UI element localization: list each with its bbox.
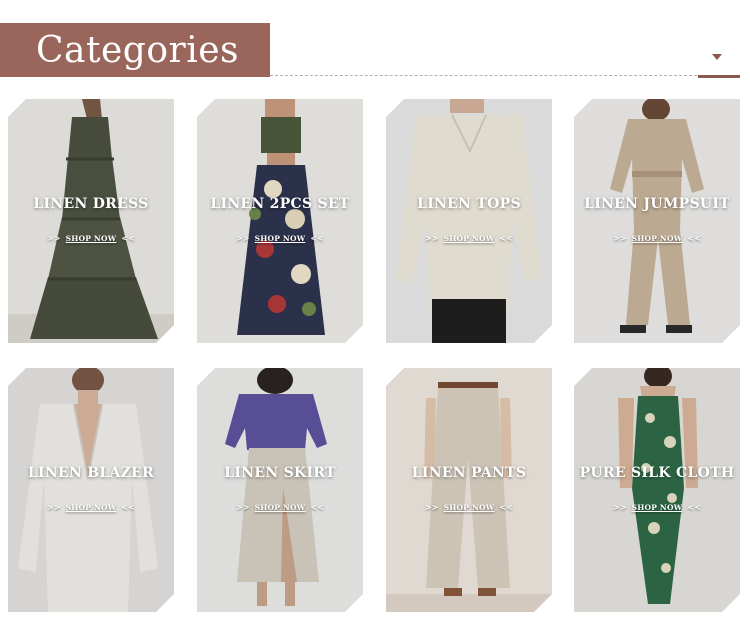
card-overlay	[386, 99, 552, 343]
arrow-right-icon: >>	[612, 233, 627, 243]
card-overlay	[386, 368, 552, 612]
arrow-left-icon: <<	[121, 502, 136, 512]
arrow-left-icon: <<	[310, 502, 325, 512]
category-label: LINEN PANTS	[411, 465, 527, 481]
arrow-left-icon: <<	[499, 233, 514, 243]
shop-now-row: >> SHOP NOW <<	[386, 502, 552, 512]
arrow-right-icon: >>	[424, 233, 439, 243]
arrow-left-icon: <<	[499, 502, 514, 512]
card-overlay	[8, 368, 174, 612]
shop-now-link[interactable]: SHOP NOW	[632, 234, 683, 243]
shop-now-link[interactable]: SHOP NOW	[255, 234, 306, 243]
arrow-right-icon: >>	[612, 502, 627, 512]
category-card-linen-pants[interactable]: LINEN PANTS >> SHOP NOW <<	[386, 368, 552, 612]
arrow-right-icon: >>	[235, 233, 250, 243]
shop-now-row: >> SHOP NOW <<	[574, 233, 740, 243]
category-label: LINEN DRESS	[33, 196, 149, 212]
shop-now-row: >> SHOP NOW <<	[386, 233, 552, 243]
shop-now-row: >> SHOP NOW <<	[197, 233, 363, 243]
arrow-right-icon: >>	[235, 502, 250, 512]
shop-now-link[interactable]: SHOP NOW	[255, 503, 306, 512]
category-card-linen-tops[interactable]: LINEN TOPS >> SHOP NOW <<	[386, 99, 552, 343]
arrow-right-icon: >>	[46, 233, 61, 243]
shop-now-link[interactable]: SHOP NOW	[66, 503, 117, 512]
card-overlay	[8, 99, 174, 343]
category-card-linen-dress[interactable]: LINEN DRESS >> SHOP NOW <<	[8, 99, 174, 343]
shop-now-row: >> SHOP NOW <<	[8, 502, 174, 512]
category-label: LINEN SKIRT	[224, 465, 336, 481]
shop-now-row: >> SHOP NOW <<	[197, 502, 363, 512]
arrow-left-icon: <<	[121, 233, 136, 243]
shop-now-link[interactable]: SHOP NOW	[444, 234, 495, 243]
category-card-linen-jumpsuit[interactable]: LINEN JUMPSUIT >> SHOP NOW <<	[574, 99, 740, 343]
arrow-right-icon: >>	[46, 502, 61, 512]
category-label: LINEN JUMPSUIT	[584, 196, 730, 212]
category-label: LINEN BLAZER	[27, 465, 155, 481]
shop-now-link[interactable]: SHOP NOW	[66, 234, 117, 243]
category-card-linen-skirt[interactable]: LINEN SKIRT >> SHOP NOW <<	[197, 368, 363, 612]
arrow-left-icon: <<	[310, 233, 325, 243]
category-label: LINEN 2PCS SET	[210, 196, 350, 212]
card-overlay	[574, 99, 740, 343]
arrow-left-icon: <<	[687, 233, 702, 243]
category-card-linen-blazer[interactable]: LINEN BLAZER >> SHOP NOW <<	[8, 368, 174, 612]
arrow-right-icon: >>	[424, 502, 439, 512]
shop-now-row: >> SHOP NOW <<	[574, 502, 740, 512]
category-grid: LINEN DRESS >> SHOP NOW << LINEN 2PCS SET …	[0, 0, 750, 640]
category-card-pure-silk-cloth[interactable]: PURE SILK CLOTH >> SHOP NOW <<	[574, 368, 740, 612]
shop-now-link[interactable]: SHOP NOW	[632, 503, 683, 512]
card-overlay	[197, 99, 363, 343]
card-overlay	[197, 368, 363, 612]
shop-now-link[interactable]: SHOP NOW	[444, 503, 495, 512]
category-label: LINEN TOPS	[417, 196, 521, 212]
arrow-left-icon: <<	[687, 502, 702, 512]
shop-now-row: >> SHOP NOW <<	[8, 233, 174, 243]
card-overlay	[574, 368, 740, 612]
category-card-linen-2pcs-set[interactable]: LINEN 2PCS SET >> SHOP NOW <<	[197, 99, 363, 343]
category-label: PURE SILK CLOTH	[579, 465, 735, 481]
